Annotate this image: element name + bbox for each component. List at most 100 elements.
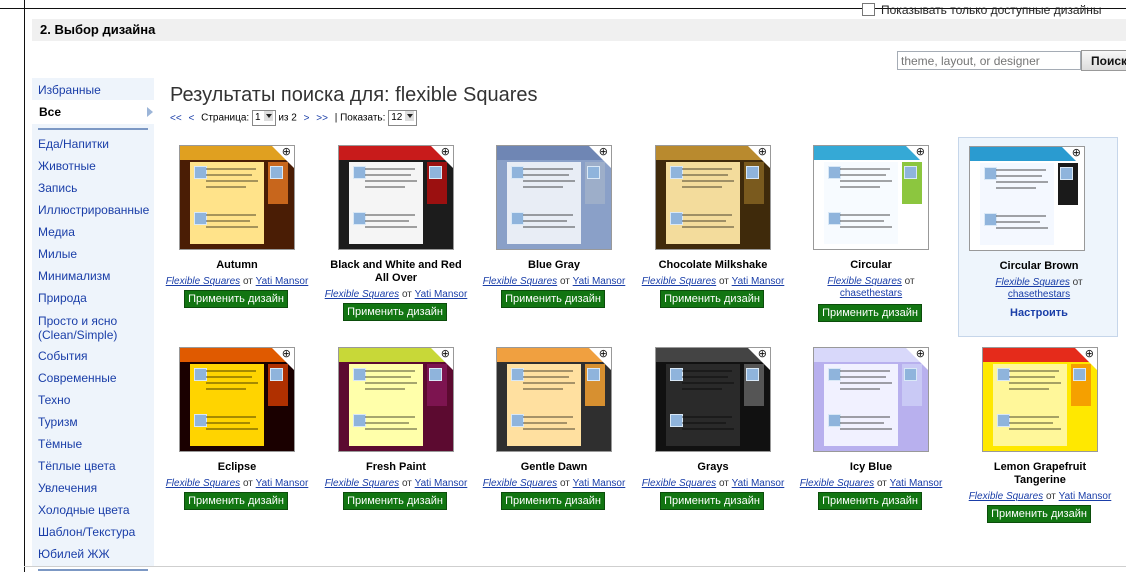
theme-thumbnail[interactable]: ⊕	[338, 347, 454, 452]
sidebar-item-category[interactable]: Еда/Напитки	[38, 137, 109, 151]
theme-card: ⊕ Grays Flexible Squares от Yati Mansor При…	[634, 347, 792, 527]
theme-thumbnail[interactable]: ⊕	[496, 145, 612, 250]
template-link[interactable]: Flexible Squares	[483, 276, 557, 287]
apply-design-button[interactable]: Применить дизайн	[818, 492, 922, 510]
sidebar-item-category[interactable]: Увлечения	[38, 481, 97, 495]
template-link[interactable]: Flexible Squares	[483, 478, 557, 489]
sidebar-item-category[interactable]: Запись	[38, 181, 77, 195]
zoom-icon[interactable]: ⊕	[282, 349, 291, 360]
zoom-icon[interactable]: ⊕	[758, 349, 767, 360]
sidebar-item-category[interactable]: Тёмные	[38, 437, 82, 451]
theme-thumbnail[interactable]: ⊕	[179, 347, 295, 452]
first-page-link[interactable]: <<	[170, 113, 182, 124]
designer-link[interactable]: chasethestars	[840, 288, 902, 299]
zoom-icon[interactable]: ⊕	[758, 147, 767, 158]
apply-design-button[interactable]: Применить дизайн	[660, 492, 764, 510]
apply-design-button[interactable]: Применить дизайн	[501, 492, 605, 510]
theme-credit: Flexible Squares от Yati Mansor	[961, 491, 1119, 503]
theme-card: ⊕ Fresh Paint Flexible Squares от Yati Man…	[317, 347, 475, 527]
designer-link[interactable]: Yati Mansor	[573, 276, 626, 287]
zoom-icon[interactable]: ⊕	[916, 147, 925, 158]
theme-thumbnail[interactable]: ⊕	[813, 145, 929, 250]
sidebar-item-category[interactable]: Медиа	[38, 225, 75, 239]
customize-link[interactable]: Настроить	[959, 307, 1119, 319]
designer-link[interactable]: Yati Mansor	[415, 289, 468, 300]
search-button[interactable]: Поиск	[1081, 50, 1126, 71]
sidebar-item-all[interactable]: Все	[32, 100, 154, 124]
sidebar-item-category[interactable]: Юбилей ЖЖ	[38, 547, 110, 561]
apply-design-button[interactable]: Применить дизайн	[184, 290, 288, 308]
designer-link[interactable]: Yati Mansor	[573, 478, 626, 489]
designer-link[interactable]: Yati Mansor	[256, 276, 309, 287]
last-page-link[interactable]: >>	[316, 113, 328, 124]
zoom-icon[interactable]: ⊕	[282, 147, 291, 158]
sidebar-item-category[interactable]: События	[38, 349, 88, 363]
apply-design-button[interactable]: Применить дизайн	[660, 290, 764, 308]
designer-link[interactable]: Yati Mansor	[890, 478, 943, 489]
template-link[interactable]: Flexible Squares	[166, 478, 240, 489]
apply-design-button[interactable]: Применить дизайн	[343, 303, 447, 321]
template-link[interactable]: Flexible Squares	[642, 478, 716, 489]
template-link[interactable]: Flexible Squares	[827, 276, 901, 287]
by-word: от	[1072, 277, 1083, 288]
sidebar-item-category[interactable]: Милые	[38, 247, 77, 261]
zoom-icon[interactable]: ⊕	[916, 349, 925, 360]
sidebar-item-category[interactable]: Просто и ясно (Clean/Simple)	[38, 314, 117, 342]
sidebar-item-category[interactable]: Природа	[38, 291, 87, 305]
window-left-edge	[24, 0, 25, 572]
template-link[interactable]: Flexible Squares	[642, 276, 716, 287]
checkbox-box[interactable]	[862, 3, 875, 16]
theme-thumbnail[interactable]: ⊕	[655, 145, 771, 250]
designer-link[interactable]: Yati Mansor	[732, 478, 785, 489]
zoom-icon[interactable]: ⊕	[441, 349, 450, 360]
sidebar-item-category[interactable]: Техно	[38, 393, 70, 407]
apply-design-button[interactable]: Применить дизайн	[987, 505, 1091, 523]
template-link[interactable]: Flexible Squares	[325, 478, 399, 489]
designer-link[interactable]: Yati Mansor	[1059, 491, 1112, 502]
designer-link[interactable]: Yati Mansor	[256, 478, 309, 489]
zoom-icon[interactable]: ⊕	[1072, 148, 1081, 159]
sidebar-item-category[interactable]: Животные	[38, 159, 96, 173]
zoom-icon[interactable]: ⊕	[599, 147, 608, 158]
designer-link[interactable]: chasethestars	[1008, 289, 1070, 300]
template-link[interactable]: Flexible Squares	[995, 277, 1069, 288]
theme-card: ⊕ Autumn Flexible Squares от Yati Mansor Пр…	[158, 145, 316, 325]
theme-thumbnail[interactable]: ⊕	[982, 347, 1098, 452]
designer-link[interactable]: Yati Mansor	[732, 276, 785, 287]
theme-thumbnail[interactable]: ⊕	[969, 146, 1085, 251]
sidebar-item-category[interactable]: Туризм	[38, 415, 78, 429]
next-page-link[interactable]: >	[304, 113, 310, 124]
show-label: Показать:	[340, 112, 386, 124]
apply-design-button[interactable]: Применить дизайн	[343, 492, 447, 510]
theme-thumbnail[interactable]: ⊕	[496, 347, 612, 452]
sidebar-item-category[interactable]: Шаблон/Текстура	[38, 525, 135, 539]
sidebar-item-favorites[interactable]: Избранные	[38, 83, 101, 97]
theme-thumbnail[interactable]: ⊕	[179, 145, 295, 250]
sidebar-item-category[interactable]: Тёплые цвета	[38, 459, 116, 473]
sidebar-item-category[interactable]: Холодные цвета	[38, 503, 130, 517]
zoom-icon[interactable]: ⊕	[599, 349, 608, 360]
zoom-icon[interactable]: ⊕	[1085, 349, 1094, 360]
theme-thumbnail[interactable]: ⊕	[338, 145, 454, 250]
per-page-select[interactable]: 12	[388, 110, 418, 126]
zoom-icon[interactable]: ⊕	[441, 147, 450, 158]
search-input[interactable]	[897, 51, 1081, 70]
available-only-checkbox[interactable]: Показывать только доступные дизайны	[862, 3, 1102, 17]
theme-credit: Flexible Squares от Yati Mansor	[634, 276, 792, 288]
theme-thumbnail[interactable]: ⊕	[655, 347, 771, 452]
template-link[interactable]: Flexible Squares	[166, 276, 240, 287]
template-link[interactable]: Flexible Squares	[969, 491, 1043, 502]
apply-design-button[interactable]: Применить дизайн	[501, 290, 605, 308]
template-link[interactable]: Flexible Squares	[325, 289, 399, 300]
content-bottom-edge	[24, 566, 1126, 567]
prev-page-link[interactable]: <	[188, 113, 194, 124]
template-link[interactable]: Flexible Squares	[800, 478, 874, 489]
apply-design-button[interactable]: Применить дизайн	[818, 304, 922, 322]
sidebar-item-category[interactable]: Минимализм	[38, 269, 110, 283]
sidebar-item-category[interactable]: Современные	[38, 371, 117, 385]
apply-design-button[interactable]: Применить дизайн	[184, 492, 288, 510]
theme-thumbnail[interactable]: ⊕	[813, 347, 929, 452]
page-select[interactable]: 1	[251, 110, 276, 126]
sidebar-item-category[interactable]: Иллюстрированные	[38, 203, 149, 217]
designer-link[interactable]: Yati Mansor	[415, 478, 468, 489]
